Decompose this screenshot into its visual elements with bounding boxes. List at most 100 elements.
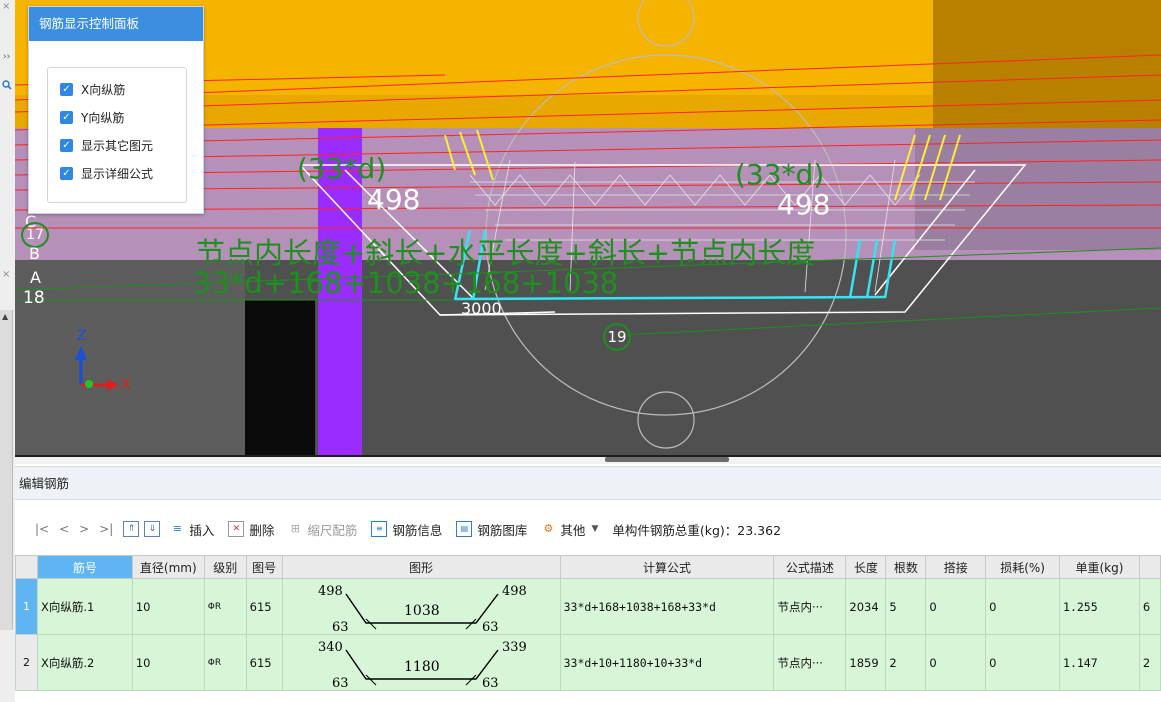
- shape-top-right: 339: [502, 640, 527, 655]
- cell-count[interactable]: 2: [885, 634, 927, 691]
- nav-next-button[interactable]: >: [79, 522, 89, 536]
- cell-formula[interactable]: 33*d+168+1038+168+33*d: [559, 578, 775, 635]
- len-label-33d-right: (33*d): [735, 158, 825, 191]
- table-row[interactable]: 2 X向纵筋.2 10 ΦR 615 340 339 1180 63 63 33…: [15, 634, 1161, 691]
- other-label: 其他: [560, 522, 586, 538]
- left-scrollbar[interactable]: [0, 310, 13, 630]
- col-header-shape[interactable]: 图形: [281, 555, 561, 579]
- cell-grade[interactable]: ΦR: [203, 634, 247, 691]
- splitter-grip[interactable]: [605, 457, 729, 462]
- cell-formula[interactable]: 33*d+10+1180+10+33*d: [559, 634, 775, 691]
- option-label: 显示其它图元: [81, 138, 154, 153]
- rebar-toolbar: |< < > >| ⇑ ⇓ ≡ 插入 ✕ 删除 ⊞ 缩尺配筋 ≡ 钢筋信息 ▤ …: [15, 514, 1161, 544]
- insert-button[interactable]: ≡ 插入: [170, 520, 215, 539]
- cell-diameter[interactable]: 10: [131, 578, 205, 635]
- cell-extra[interactable]: 6: [1138, 578, 1161, 635]
- search-icon[interactable]: [2, 80, 12, 93]
- table-header-row: 筋号 直径(mm) 级别 图号 图形 计算公式 公式描述 长度 根数 搭接 损耗…: [15, 555, 1161, 579]
- cell-loss[interactable]: 0: [985, 578, 1061, 635]
- len-label-33d-left: (33*d): [297, 152, 387, 185]
- checkbox-checked-icon[interactable]: ✓: [60, 110, 73, 124]
- cell-shape[interactable]: 340 339 1180 63 63: [281, 634, 561, 691]
- scale-rebar-button[interactable]: ⊞ 缩尺配筋: [288, 520, 358, 539]
- move-up-icon[interactable]: ⇑: [123, 521, 140, 537]
- col-header-loss[interactable]: 损耗(%): [985, 555, 1061, 579]
- checkbox-checked-icon[interactable]: ✓: [60, 82, 73, 96]
- cell-figure-no[interactable]: 615: [245, 634, 283, 691]
- axis-label-18: 18: [23, 288, 45, 308]
- col-header-figure-no[interactable]: 图号: [245, 555, 283, 579]
- col-header-grade[interactable]: 级别: [203, 555, 247, 579]
- cell-description[interactable]: 节点内···: [773, 578, 847, 635]
- rebar-info-button[interactable]: ≡ 钢筋信息: [371, 520, 442, 539]
- scroll-up-icon[interactable]: ▲: [2, 312, 8, 321]
- rebar-table: 筋号 直径(mm) 级别 图号 图形 计算公式 公式描述 长度 根数 搭接 损耗…: [15, 555, 1161, 691]
- other-dropdown-button[interactable]: ⚙ 其他 ▼: [541, 520, 598, 539]
- option-label: 显示详细公式: [81, 166, 154, 181]
- cell-diameter[interactable]: 10: [131, 634, 205, 691]
- col-header-description[interactable]: 公式描述: [773, 555, 847, 579]
- option-show-other-elements[interactable]: ✓ 显示其它图元: [60, 136, 153, 154]
- close-icon-2[interactable]: ×: [2, 270, 10, 280]
- table-row[interactable]: 1 X向纵筋.1 10 ΦR 615 498 498 1038 63 63 33…: [15, 578, 1161, 635]
- nav-first-button[interactable]: |<: [35, 522, 49, 536]
- rebar-shape-figure: 340 339 1180 63 63: [318, 640, 527, 690]
- col-header-length[interactable]: 长度: [845, 555, 887, 579]
- col-header-formula[interactable]: 计算公式: [559, 555, 775, 579]
- col-header-diameter[interactable]: 直径(mm): [131, 555, 205, 579]
- rebar-library-button[interactable]: ▤ 钢筋图库: [456, 520, 527, 539]
- cell-shape[interactable]: 498 498 1038 63 63: [281, 578, 561, 635]
- checkbox-checked-icon[interactable]: ✓: [60, 138, 73, 152]
- cell-length[interactable]: 1859: [845, 634, 887, 691]
- shape-top-right: 498: [502, 584, 527, 599]
- delete-button[interactable]: ✕ 删除: [228, 520, 274, 539]
- shape-top-left: 498: [318, 584, 343, 599]
- row-number[interactable]: 1: [15, 578, 38, 635]
- cell-extra[interactable]: 2: [1138, 634, 1161, 691]
- shape-middle: 1038: [404, 603, 440, 619]
- panel-options-box: ✓ X向纵筋 ✓ Y向纵筋 ✓ 显示其它图元 ✓ 显示详细公式: [47, 67, 187, 203]
- cell-rebar-no[interactable]: X向纵筋.2: [36, 634, 133, 691]
- col-header-unit-weight[interactable]: 单重(kg): [1059, 555, 1140, 579]
- cell-unit-weight[interactable]: 1.255: [1059, 578, 1140, 635]
- cell-rebar-no[interactable]: X向纵筋.1: [36, 578, 133, 635]
- close-icon[interactable]: ×: [2, 2, 10, 12]
- option-show-detailed-formula[interactable]: ✓ 显示详细公式: [60, 164, 153, 182]
- gizmo-label-z: Z: [77, 328, 87, 344]
- cell-description[interactable]: 节点内···: [773, 634, 847, 691]
- edit-rebar-panel: 编辑钢筋 |< < > >| ⇑ ⇓ ≡ 插入 ✕ 删除 ⊞ 缩尺配筋 ≡ 钢筋…: [15, 464, 1161, 702]
- col-header-lap[interactable]: 搭接: [925, 555, 987, 579]
- cell-count[interactable]: 5: [885, 578, 927, 635]
- option-y-rebar[interactable]: ✓ Y向纵筋: [60, 108, 124, 126]
- shape-middle: 1180: [404, 659, 440, 675]
- len-label-498-left: 498: [367, 183, 421, 216]
- panel-title: 钢筋显示控制面板: [29, 7, 203, 41]
- chevron-down-icon: ▼: [591, 524, 599, 534]
- panel-splitter[interactable]: [15, 457, 1161, 464]
- library-label: 钢筋图库: [477, 522, 528, 538]
- cell-lap[interactable]: 0: [925, 634, 987, 691]
- col-header-extra[interactable]: [1138, 555, 1161, 579]
- col-header-rebar-no[interactable]: 筋号: [36, 555, 133, 579]
- edit-rebar-title: 编辑钢筋: [15, 466, 1161, 500]
- scale-icon: ⊞: [290, 522, 300, 535]
- cell-grade[interactable]: ΦR: [203, 578, 247, 635]
- shape-top-left: 340: [318, 640, 343, 655]
- cell-loss[interactable]: 0: [985, 634, 1061, 691]
- cell-length[interactable]: 2034: [845, 578, 887, 635]
- checkbox-checked-icon[interactable]: ✓: [60, 166, 73, 180]
- cell-figure-no[interactable]: 615: [245, 578, 283, 635]
- cell-lap[interactable]: 0: [925, 578, 987, 635]
- row-number[interactable]: 2: [15, 634, 38, 691]
- option-x-rebar[interactable]: ✓ X向纵筋: [60, 80, 125, 98]
- expand-icon[interactable]: ››: [3, 52, 10, 62]
- cell-unit-weight[interactable]: 1.147: [1059, 634, 1140, 691]
- col-header-count[interactable]: 根数: [885, 555, 927, 579]
- move-down-icon[interactable]: ⇓: [144, 521, 161, 537]
- nav-last-button[interactable]: >|: [99, 522, 113, 536]
- info-label: 钢筋信息: [392, 522, 443, 538]
- insert-label: 插入: [189, 522, 215, 538]
- rebar-shape-figure: 498 498 1038 63 63: [318, 584, 527, 634]
- nav-prev-button[interactable]: <: [59, 522, 69, 536]
- shape-bot-left: 63: [332, 676, 349, 690]
